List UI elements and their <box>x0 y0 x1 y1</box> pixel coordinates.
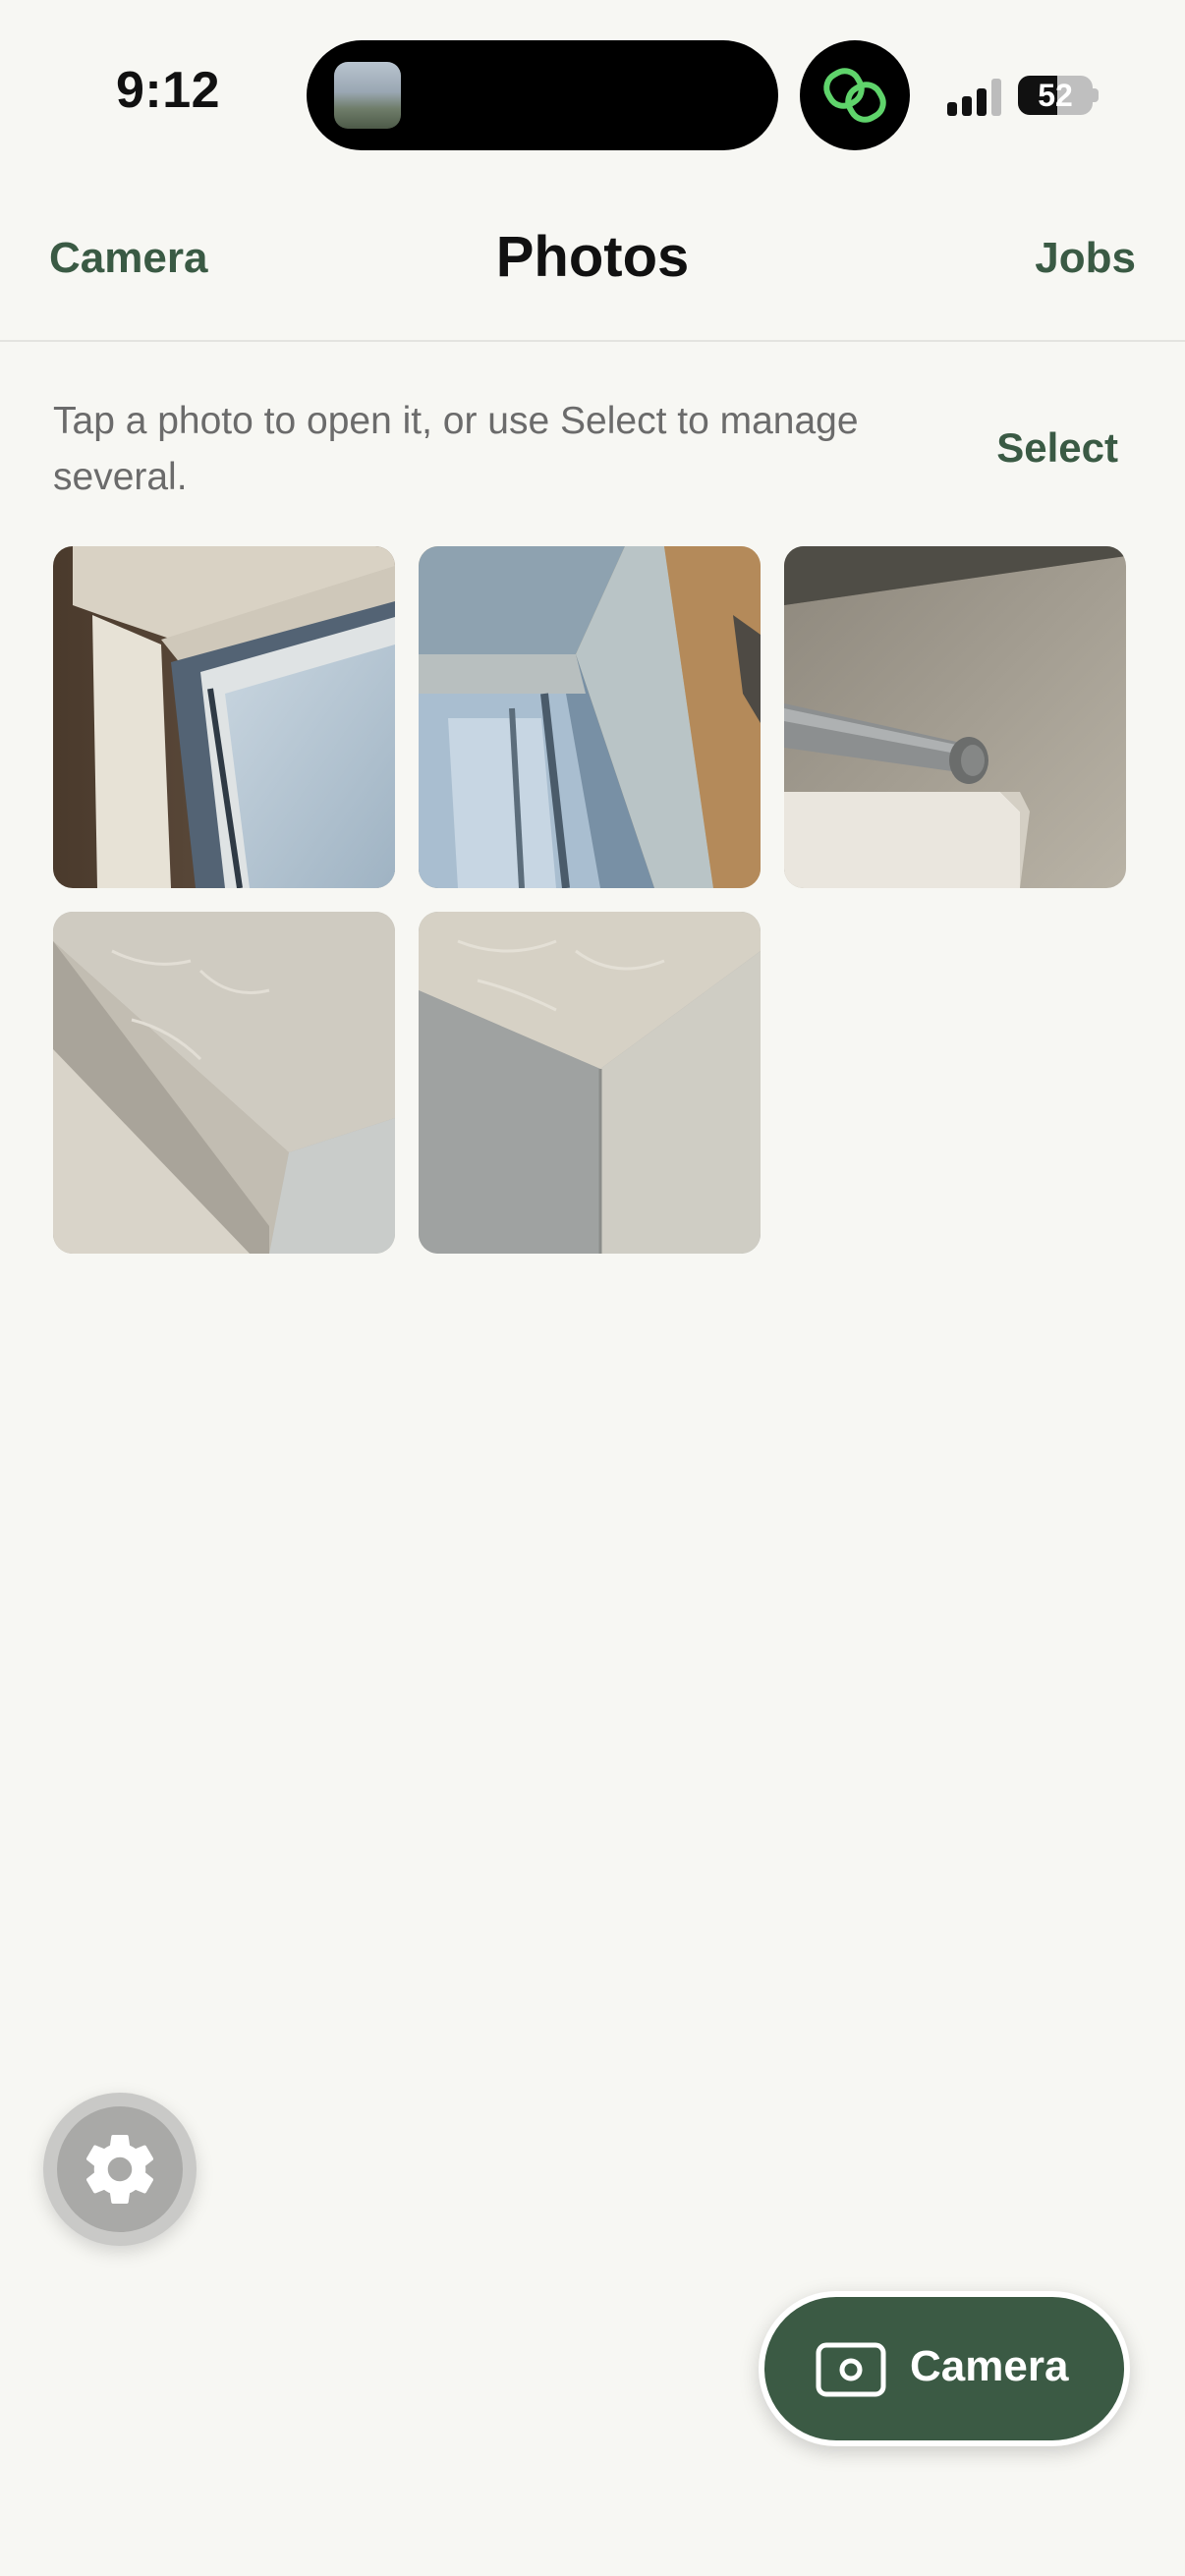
photo-thumbnail[interactable] <box>784 546 1126 888</box>
camera-fab-button[interactable]: Camera <box>759 2291 1130 2446</box>
battery-tip <box>1093 88 1099 102</box>
gear-icon <box>85 2135 154 2204</box>
battery-icon: 52 <box>1018 76 1093 115</box>
page-title: Photos <box>495 225 690 289</box>
live-activity-thumbnail <box>334 62 401 129</box>
hint-text: Tap a photo to open it, or use Select to… <box>53 400 859 498</box>
camera-fab-label: Camera <box>910 2342 1069 2390</box>
select-button[interactable]: Select <box>996 424 1118 472</box>
photo-thumbnail[interactable] <box>419 546 761 888</box>
battery-percent: 52 <box>1038 78 1073 113</box>
photo-thumbnail[interactable] <box>53 912 395 1254</box>
cellular-signal-icon <box>947 79 1004 116</box>
link-icon <box>823 68 886 123</box>
jobs-nav-button[interactable]: Jobs <box>1035 234 1136 283</box>
photo-thumbnail[interactable] <box>53 546 395 888</box>
photo-thumbnail[interactable] <box>419 912 761 1254</box>
nav-divider <box>0 340 1185 342</box>
status-time: 9:12 <box>116 62 221 119</box>
settings-button[interactable] <box>43 2093 197 2246</box>
dynamic-island[interactable] <box>307 40 778 150</box>
live-activity-bubble[interactable] <box>800 40 910 150</box>
camera-icon <box>816 2342 886 2397</box>
